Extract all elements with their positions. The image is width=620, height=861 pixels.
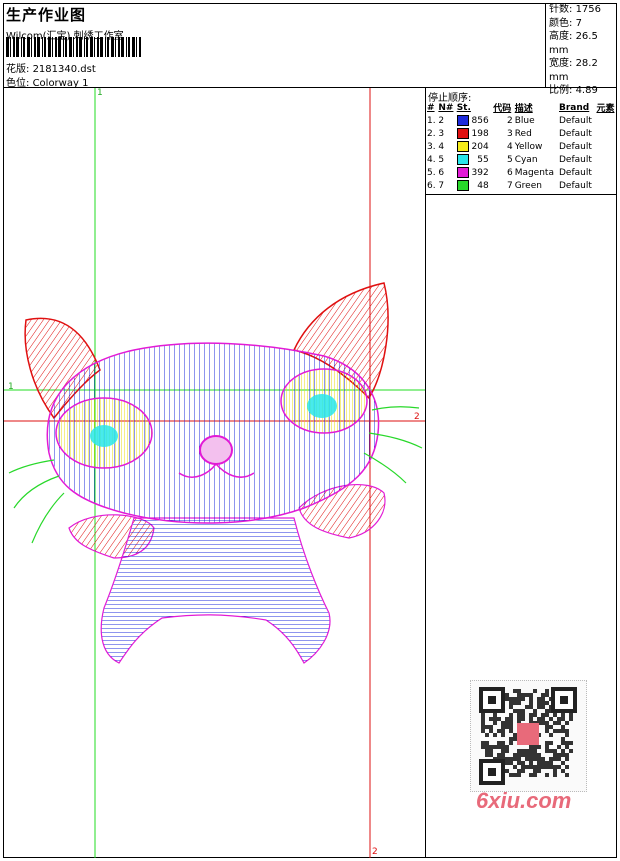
design-file-row: 花版: 2181340.dst xyxy=(6,60,96,75)
column-header: St. xyxy=(456,102,471,113)
color-swatch xyxy=(456,154,469,165)
table-row: 5. 6 392 6 Magenta Default xyxy=(426,166,617,179)
color-description: Green xyxy=(514,180,542,191)
table-row: 3. 4 204 4 Yellow Default xyxy=(426,140,617,153)
color-code: 4 xyxy=(506,141,513,152)
row-index: 2. xyxy=(427,128,436,139)
table-bottom-rule xyxy=(425,194,617,195)
stitch-count: 198 xyxy=(456,127,493,140)
color-code: 7 xyxy=(506,180,513,191)
brand: Default xyxy=(559,128,592,139)
stitch-count-value: 856 xyxy=(471,116,489,126)
color-code: 3 xyxy=(506,128,513,139)
guide-label-v-top: 1 xyxy=(97,88,103,98)
row-index: 3. xyxy=(427,141,436,152)
stitch-count: 856 xyxy=(456,114,493,127)
right-pupil xyxy=(307,394,337,418)
column-header: # xyxy=(427,102,435,113)
color-description: Blue xyxy=(514,115,535,126)
stitch-count-value: 55 xyxy=(477,155,489,165)
design-canvas xyxy=(4,88,425,858)
left-pupil xyxy=(90,425,118,447)
color-swatch xyxy=(456,128,469,139)
needle-number: 4 xyxy=(438,141,445,152)
table-row: 2. 3 198 3 Red Default xyxy=(426,127,617,140)
needle-number: 6 xyxy=(438,167,445,178)
column-header: 元素 xyxy=(596,104,615,114)
stitch-count-value: 392 xyxy=(471,168,489,178)
barcode xyxy=(6,37,141,57)
color-code: 5 xyxy=(506,154,513,165)
element xyxy=(595,114,617,127)
table-header-row: # N# St. 代码 描述 Brand 元素 xyxy=(426,101,617,115)
stop-sequence-table: # N# St. 代码 描述 Brand 元素 1. 2 856 2 Blue Default 2. 3 1… xyxy=(426,101,617,192)
stitch-count-value: 48 xyxy=(477,181,489,191)
guide-label-h-right: 2 xyxy=(414,412,420,422)
element xyxy=(595,140,617,153)
color-swatch xyxy=(456,141,469,152)
panel-divider xyxy=(425,87,426,858)
color-code: 6 xyxy=(506,167,513,178)
stitch-count: 204 xyxy=(456,140,493,153)
specs-panel: 针数: 1756 颜色: 7 高度: 26.5 mm 宽度: 28.2 mm 比… xyxy=(545,3,617,96)
column-header: 描述 xyxy=(514,104,533,114)
color-description: Yellow xyxy=(514,141,543,152)
color-swatch xyxy=(456,180,469,191)
stitch-count: 392 xyxy=(456,166,493,179)
guide-label-h-left: 1 xyxy=(8,382,14,392)
needle-number: 7 xyxy=(438,180,445,191)
spec-stitches: 针数: 1756 xyxy=(549,4,602,15)
element xyxy=(595,166,617,179)
element xyxy=(595,153,617,166)
spec-height: 高度: 26.5 mm xyxy=(549,31,598,56)
embroidery-cat xyxy=(8,282,423,664)
needle-number: 2 xyxy=(438,115,445,126)
stitch-count-value: 204 xyxy=(471,142,489,152)
stitch-count-value: 198 xyxy=(471,129,489,139)
body xyxy=(100,517,331,664)
guide-label-v-bottom: 2 xyxy=(372,847,378,857)
row-index: 1. xyxy=(427,115,436,126)
element xyxy=(595,179,617,192)
needle-number: 5 xyxy=(438,154,445,165)
watermark: 6xiu.com xyxy=(476,788,572,813)
needle-number: 3 xyxy=(438,128,445,139)
stitch-count: 48 xyxy=(456,179,493,192)
brand: Default xyxy=(559,115,592,126)
column-header: 代码 xyxy=(493,104,512,114)
color-swatch xyxy=(456,115,469,126)
page-title: 生产作业图 xyxy=(6,6,87,24)
brand: Default xyxy=(559,167,592,178)
brand: Default xyxy=(559,141,592,152)
table-row: 6. 7 48 7 Green Default xyxy=(426,179,617,192)
table-row: 4. 5 55 5 Cyan Default xyxy=(426,153,617,166)
row-index: 6. xyxy=(427,180,436,191)
brand: Default xyxy=(559,180,592,191)
row-index: 4. xyxy=(427,154,436,165)
color-code: 2 xyxy=(506,115,513,126)
table-row: 1. 2 856 2 Blue Default xyxy=(426,114,617,127)
color-description: Cyan xyxy=(514,154,538,165)
color-description: Magenta xyxy=(514,167,554,178)
row-index: 5. xyxy=(427,167,436,178)
nose xyxy=(199,435,233,465)
color-swatch xyxy=(456,167,469,178)
column-header: N# xyxy=(438,102,454,113)
stitch-count: 55 xyxy=(456,153,493,166)
element xyxy=(595,127,617,140)
color-description: Red xyxy=(514,128,532,139)
brand: Default xyxy=(559,154,592,165)
qr-code xyxy=(470,680,587,792)
spec-colors: 颜色: 7 xyxy=(549,17,582,29)
column-header: Brand xyxy=(559,102,590,113)
spec-width: 宽度: 28.2 mm xyxy=(549,58,598,83)
